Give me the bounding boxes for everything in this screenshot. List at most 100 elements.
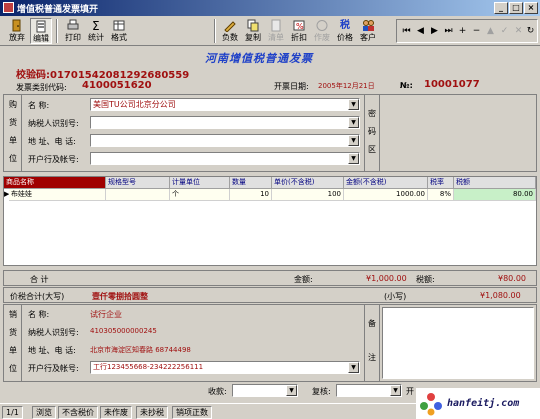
toolbar: 放弃 编辑 打印 Σ 统计 格式 负数 复制 清单 % 折扣 作废 税 价格 客… bbox=[0, 16, 540, 46]
print-button[interactable]: 打印 bbox=[62, 18, 84, 44]
buyer-address-combo[interactable]: ▼ bbox=[90, 134, 360, 147]
close-button[interactable]: × bbox=[524, 2, 538, 14]
status-price-type: 不含税价 bbox=[58, 406, 98, 419]
table-cell[interactable]: 个 bbox=[170, 189, 230, 201]
discount-button[interactable]: % 折扣 bbox=[288, 18, 310, 44]
column-header[interactable]: 计量单位 bbox=[170, 177, 230, 189]
tax-label: 税额: bbox=[416, 275, 435, 284]
post-record-icon[interactable]: ✓ bbox=[499, 26, 510, 37]
column-header[interactable]: 数量 bbox=[230, 177, 272, 189]
reviewer-label: 复核: bbox=[312, 387, 331, 396]
format-button[interactable]: 格式 bbox=[108, 18, 130, 44]
date-label: 开票日期: bbox=[274, 82, 309, 91]
chevron-down-icon[interactable]: ▼ bbox=[390, 385, 401, 396]
chevron-down-icon[interactable]: ▼ bbox=[348, 153, 359, 164]
table-cell[interactable]: 8% bbox=[428, 189, 454, 201]
table-cell[interactable]: 100 bbox=[272, 189, 344, 201]
chevron-down-icon[interactable]: ▼ bbox=[348, 135, 359, 146]
tax-icon: 税 bbox=[340, 20, 350, 31]
payee-label: 收款: bbox=[208, 387, 227, 396]
reviewer-combo[interactable]: ▼ bbox=[336, 384, 402, 397]
invoice-no-label: №: bbox=[400, 81, 413, 90]
seller-panel: 销 货 单 位 名 称: 试行企业 纳税人识别号: 41030500000024… bbox=[3, 304, 537, 382]
add-record-icon[interactable]: + bbox=[457, 26, 468, 37]
table-cell[interactable]: 1000.00 bbox=[344, 189, 428, 201]
sigma-icon: Σ bbox=[92, 19, 100, 32]
tax-total: ¥80.00 bbox=[498, 274, 526, 283]
table-cell[interactable]: 布娃娃 bbox=[9, 189, 106, 201]
buyer-taxid-label: 纳税人识别号: bbox=[28, 119, 79, 128]
buyer-bank-label: 开户行及帐号: bbox=[28, 155, 79, 164]
customer-label: 客户 bbox=[360, 33, 376, 42]
buyer-bank-combo[interactable]: ▼ bbox=[90, 152, 360, 165]
check-code: 校验码:01701542081292680559 bbox=[16, 70, 190, 81]
seller-bank-combo[interactable]: 工行123455668-234222256111 ▼ bbox=[90, 361, 360, 374]
minimize-button[interactable]: _ bbox=[494, 2, 508, 14]
status-page: 1/1 bbox=[2, 406, 23, 419]
discard-button[interactable]: 放弃 bbox=[6, 18, 28, 44]
payee-combo[interactable]: ▼ bbox=[232, 384, 298, 397]
edit-button[interactable]: 编辑 bbox=[30, 18, 52, 44]
maximize-button[interactable]: □ bbox=[509, 2, 523, 14]
invoice-no-value: 10001077 bbox=[424, 79, 480, 90]
sum-label: 合 计 bbox=[30, 275, 49, 284]
stats-button[interactable]: Σ 统计 bbox=[85, 18, 107, 44]
first-record-icon[interactable]: ⏮ bbox=[401, 26, 412, 37]
buyer-name-label: 名 称: bbox=[28, 101, 50, 110]
delete-record-icon[interactable]: − bbox=[471, 26, 482, 37]
column-header[interactable]: 单价(不含税) bbox=[272, 177, 344, 189]
next-record-icon[interactable]: ▶ bbox=[429, 26, 440, 37]
column-header[interactable]: 税额 bbox=[454, 177, 536, 189]
price-button[interactable]: 税 价格 bbox=[334, 18, 356, 44]
table-cell[interactable]: 10 bbox=[230, 189, 272, 201]
watermark: hanfeitj.com bbox=[416, 388, 540, 419]
chevron-down-icon[interactable]: ▼ bbox=[348, 99, 359, 110]
type-code-label: 发票类别代码: bbox=[16, 83, 67, 92]
prev-record-icon[interactable]: ◀ bbox=[415, 26, 426, 37]
refresh-record-icon[interactable]: ↻ bbox=[525, 26, 536, 37]
date-value: 2005年12月21日 bbox=[318, 82, 375, 90]
type-code-value: 4100051620 bbox=[82, 80, 152, 91]
column-header[interactable]: 金额(不含税) bbox=[344, 177, 428, 189]
list-button[interactable]: 清单 bbox=[265, 18, 287, 44]
chevron-down-icon[interactable]: ▼ bbox=[286, 385, 297, 396]
edit-label: 编辑 bbox=[33, 34, 49, 43]
table-cell[interactable]: 80.00 bbox=[454, 189, 536, 201]
status-mode: 浏览 bbox=[32, 406, 56, 419]
cipher-label: 码 bbox=[368, 127, 376, 136]
format-icon bbox=[113, 20, 125, 31]
cancel-record-icon[interactable]: ✕ bbox=[513, 26, 524, 37]
pencil-icon bbox=[224, 21, 236, 32]
seller-side-label: 单 bbox=[9, 346, 17, 355]
price-label: 价格 bbox=[337, 33, 353, 42]
notes-label: 备 bbox=[368, 319, 376, 328]
negative-button[interactable]: 负数 bbox=[219, 18, 241, 44]
small-label: (小写) bbox=[384, 292, 407, 301]
copy-button[interactable]: 复制 bbox=[242, 18, 264, 44]
column-header[interactable]: 税率 bbox=[428, 177, 454, 189]
svg-text:%: % bbox=[296, 22, 304, 31]
buyer-name-combo[interactable]: 美国TU公司北京分公司 ▼ bbox=[90, 98, 360, 111]
stats-label: 统计 bbox=[88, 33, 104, 42]
table-cell[interactable] bbox=[106, 189, 170, 201]
chevron-down-icon[interactable]: ▼ bbox=[348, 117, 359, 128]
last-record-icon[interactable]: ⏭ bbox=[443, 26, 454, 37]
seller-taxid-value: 410305000000245 bbox=[90, 327, 157, 335]
void-button[interactable]: 作废 bbox=[311, 18, 333, 44]
items-grid[interactable]: 商品名称 规格型号 计量单位 数量 单价(不含税) 金额(不含税) 税率 税额 … bbox=[3, 176, 537, 266]
watermark-text: hanfeitj.com bbox=[447, 398, 520, 409]
buyer-taxid-combo[interactable]: ▼ bbox=[90, 116, 360, 129]
column-header[interactable]: 商品名称 bbox=[4, 177, 106, 189]
seller-side-label: 货 bbox=[9, 328, 17, 337]
buyer-panel: 购 货 单 位 名 称: 美国TU公司北京分公司 ▼ 纳税人识别号: ▼ 地 址、… bbox=[3, 94, 537, 172]
customer-icon bbox=[363, 20, 374, 31]
edit-record-icon[interactable]: ▲ bbox=[485, 26, 496, 37]
customer-button[interactable]: 客户 bbox=[357, 18, 379, 44]
door-exit-icon bbox=[12, 19, 21, 32]
list-icon bbox=[271, 19, 281, 32]
chevron-down-icon[interactable]: ▼ bbox=[348, 362, 359, 373]
negative-label: 负数 bbox=[222, 33, 238, 42]
seller-bank-label: 开户行及帐号: bbox=[28, 364, 79, 373]
column-header[interactable]: 规格型号 bbox=[106, 177, 170, 189]
notes-input[interactable] bbox=[382, 307, 534, 379]
